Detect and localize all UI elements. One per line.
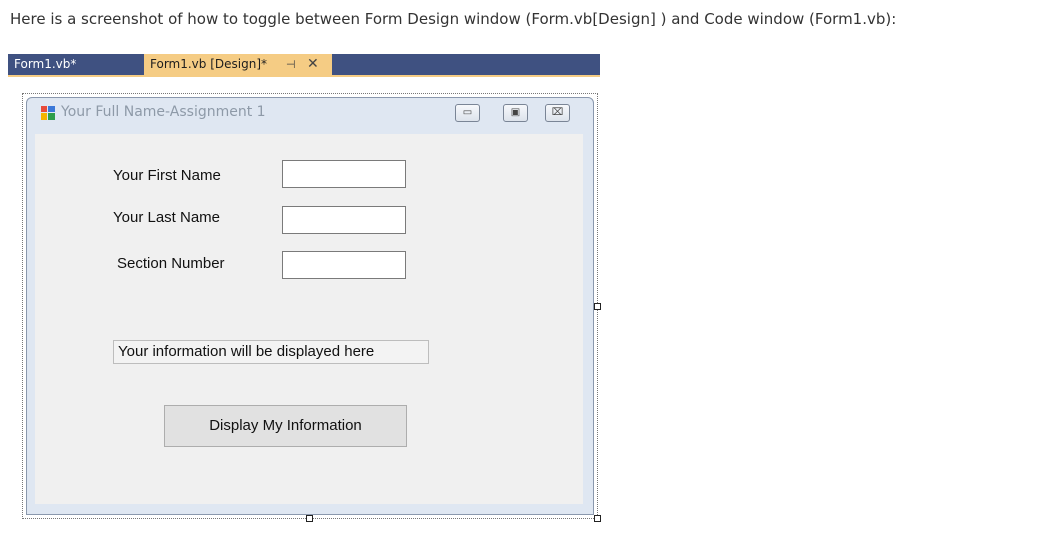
close-icon[interactable]: ✕ (307, 54, 319, 75)
form-app-icon (41, 106, 55, 120)
close-button[interactable]: ⌧ (545, 104, 570, 122)
last-name-label: Your Last Name (113, 209, 221, 226)
display-info-button[interactable]: Display My Information (164, 405, 407, 447)
form-title: Your Full Name-Assignment 1 (61, 104, 266, 120)
first-name-textbox[interactable] (282, 160, 406, 188)
form-client-area: Your First Name Your Last Name Section N… (35, 134, 583, 504)
resize-handle-bottom[interactable] (306, 515, 313, 522)
minimize-button[interactable]: ▭ (455, 104, 480, 122)
resize-handle-right[interactable] (594, 303, 601, 310)
tab-form1-design[interactable]: Form1.vb [Design]* ⊣ ✕ (144, 54, 332, 75)
form-window[interactable]: Your Full Name-Assignment 1 ▭ ▣ ⌧ Your F… (26, 97, 594, 515)
last-name-textbox[interactable] (282, 206, 406, 234)
info-display-label: Your information will be displayed here (113, 340, 429, 364)
intro-text: Here is a screenshot of how to toggle be… (10, 10, 897, 28)
pin-icon[interactable]: ⊣ (286, 54, 296, 75)
document-tab-bar: Form1.vb* Form1.vb [Design]* ⊣ ✕ (8, 54, 600, 77)
first-name-label: Your First Name (113, 167, 221, 184)
tab-label: Form1.vb* (14, 57, 77, 71)
maximize-button[interactable]: ▣ (503, 104, 528, 122)
section-number-label: Section Number (117, 255, 225, 272)
tab-label: Form1.vb [Design]* (150, 57, 268, 71)
form-designer-surface: Your Full Name-Assignment 1 ▭ ▣ ⌧ Your F… (8, 77, 601, 528)
form-titlebar: Your Full Name-Assignment 1 ▭ ▣ ⌧ (27, 98, 593, 126)
resize-handle-corner[interactable] (594, 515, 601, 522)
tab-form1-code[interactable]: Form1.vb* (8, 54, 136, 75)
section-number-textbox[interactable] (282, 251, 406, 279)
